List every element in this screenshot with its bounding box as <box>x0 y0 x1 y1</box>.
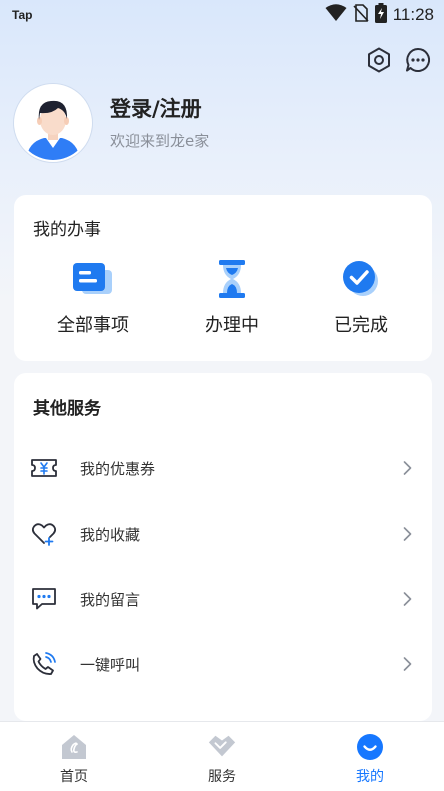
one-click-call-item[interactable]: 一键呼叫 <box>14 634 432 694</box>
comment-icon <box>30 585 58 613</box>
chevron-right-icon <box>400 657 414 671</box>
battery-charging-icon <box>374 3 387 27</box>
status-time: 11:28 <box>392 5 434 24</box>
chevron-right-icon <box>400 592 414 606</box>
all-items-icon <box>71 257 115 301</box>
my-favorites-label: 我的收藏 <box>80 525 141 544</box>
tab-services-label: 服务 <box>208 769 236 785</box>
my-messages-label: 我的留言 <box>80 590 141 609</box>
wifi-icon <box>325 4 347 26</box>
message-icon[interactable] <box>403 45 433 75</box>
my-favorites-item[interactable]: 我的收藏 <box>14 504 432 564</box>
completed-button[interactable]: 已完成 <box>296 257 426 337</box>
chevron-right-icon <box>400 527 414 541</box>
status-carrier: Tap <box>12 8 33 22</box>
one-click-call-label: 一键呼叫 <box>80 655 141 674</box>
tab-home[interactable]: 首页 <box>0 722 148 791</box>
hourglass-icon <box>210 257 254 301</box>
service-icon <box>207 732 237 762</box>
no-sim-icon <box>353 4 369 26</box>
tab-mine[interactable]: 我的 <box>296 722 444 791</box>
phone-call-icon <box>30 650 58 678</box>
chevron-right-icon <box>400 461 414 475</box>
completed-check-icon <box>339 257 383 301</box>
settings-icon[interactable] <box>364 45 394 75</box>
login-register-link[interactable]: 登录/注册 <box>110 93 202 123</box>
all-items-button[interactable]: 全部事项 <box>28 257 158 337</box>
other-services-card: 其他服务 我的优惠券 我的收藏 我的留言 一键呼叫 <box>14 373 432 721</box>
bottom-tab-bar: 首页 服务 我的 <box>0 721 444 791</box>
tab-mine-label: 我的 <box>356 769 384 785</box>
my-messages-item[interactable]: 我的留言 <box>14 569 432 629</box>
home-icon <box>59 732 89 762</box>
tab-services[interactable]: 服务 <box>148 722 296 791</box>
other-services-title: 其他服务 <box>33 399 101 419</box>
in-progress-button[interactable]: 办理中 <box>167 257 297 337</box>
my-affairs-title: 我的办事 <box>33 220 101 240</box>
favorite-heart-icon <box>30 520 58 548</box>
my-coupons-item[interactable]: 我的优惠券 <box>14 438 432 498</box>
status-bar: Tap 11:28 <box>0 0 444 30</box>
in-progress-label: 办理中 <box>205 315 259 336</box>
my-affairs-card: 我的办事 全部事项 办理中 已完成 <box>14 195 432 361</box>
tab-home-label: 首页 <box>60 769 88 785</box>
all-items-label: 全部事项 <box>57 315 129 336</box>
coupon-icon <box>30 454 58 482</box>
avatar[interactable] <box>14 84 92 162</box>
profile-icon <box>355 732 385 762</box>
completed-label: 已完成 <box>334 315 388 336</box>
my-coupons-label: 我的优惠券 <box>80 459 156 478</box>
welcome-text: 欢迎来到龙e家 <box>110 132 210 150</box>
